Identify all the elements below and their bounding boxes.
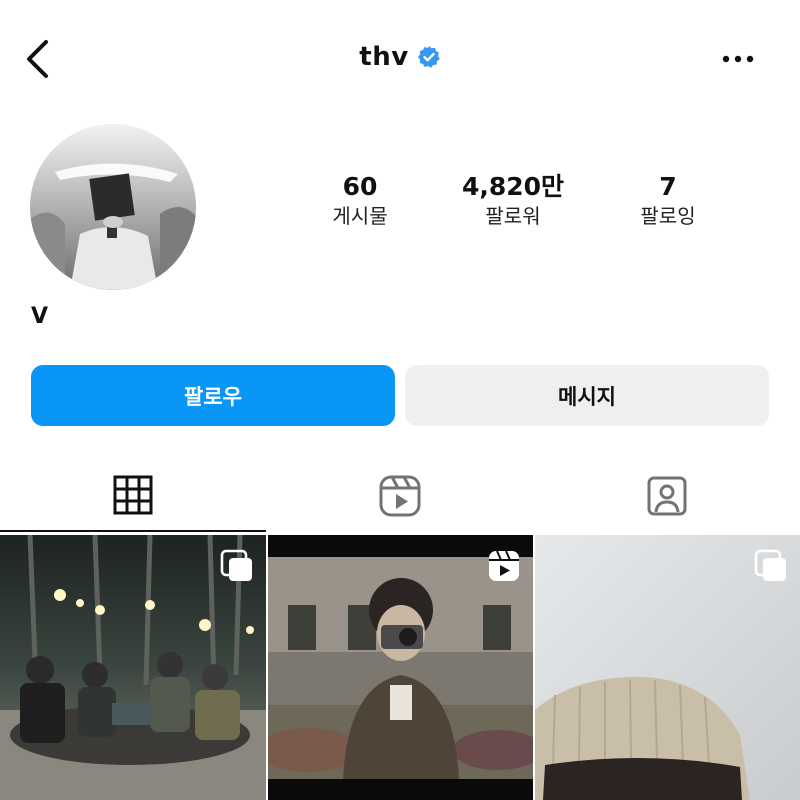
username-title: thv	[359, 42, 409, 72]
profile-tabs	[0, 460, 800, 532]
stat-followers[interactable]: 4,820만 팔로워	[443, 172, 583, 230]
tab-reels[interactable]	[267, 460, 533, 532]
verified-badge-icon	[417, 45, 441, 69]
posts-label: 게시물	[332, 204, 388, 228]
more-horizontal-icon	[722, 55, 754, 63]
post-thumbnail-1[interactable]	[0, 535, 266, 800]
carousel-icon	[220, 549, 252, 581]
followers-label: 팔로워	[485, 204, 541, 228]
followers-count: 4,820만	[461, 172, 565, 201]
carousel-icon	[754, 549, 786, 581]
following-label: 팔로잉	[640, 204, 696, 228]
reels-icon	[489, 550, 519, 581]
post-thumbnail-3[interactable]	[535, 535, 800, 800]
profile-avatar[interactable]	[30, 124, 196, 290]
stat-following[interactable]: 7 팔로잉	[598, 172, 738, 230]
message-button[interactable]: 메시지	[405, 365, 769, 426]
tab-posts-grid[interactable]	[0, 460, 266, 532]
grid-icon	[113, 475, 153, 515]
posts-count: 60	[342, 172, 378, 201]
posts-grid	[0, 535, 800, 800]
following-count: 7	[659, 172, 677, 201]
stat-posts[interactable]: 60 게시물	[290, 172, 430, 230]
tagged-icon	[647, 476, 687, 516]
display-name: V	[31, 304, 49, 329]
tab-tagged[interactable]	[534, 460, 800, 532]
follow-button[interactable]: 팔로우	[31, 365, 395, 426]
title-wrap: thv	[0, 42, 800, 72]
reels-icon	[379, 475, 421, 517]
more-options-button[interactable]	[716, 44, 760, 74]
post-thumbnail-2[interactable]	[268, 535, 533, 800]
profile-header: thv	[0, 0, 800, 120]
